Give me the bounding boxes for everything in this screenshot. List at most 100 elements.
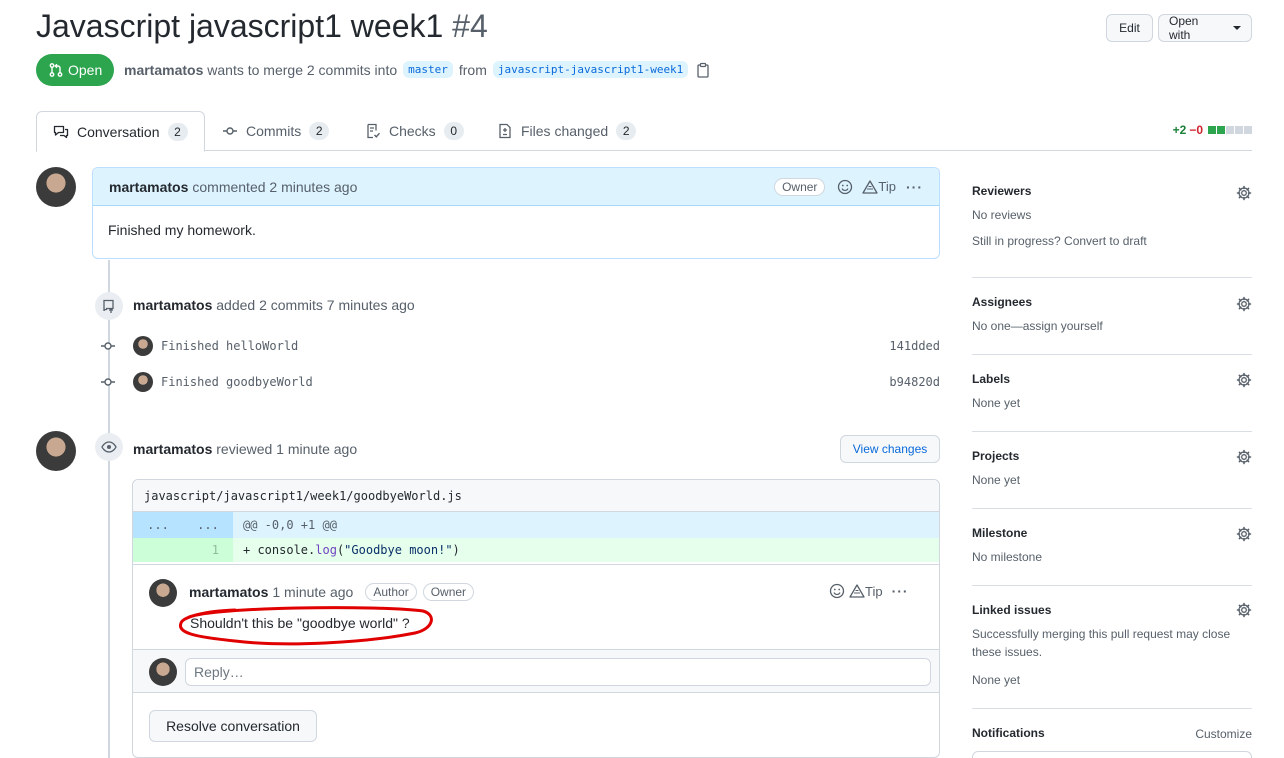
gear-icon[interactable]	[1236, 449, 1252, 465]
tab-commits[interactable]: Commits 2	[206, 111, 345, 151]
hunk-gutter[interactable]: ... ...	[133, 512, 233, 538]
sidebar-assignees: Assignees No one—assign yourself	[972, 295, 1252, 355]
event-author[interactable]: martamatos	[133, 297, 212, 313]
sidebar-title[interactable]: Milestone	[972, 526, 1252, 540]
gear-icon[interactable]	[1236, 185, 1252, 201]
sidebar-title[interactable]: Linked issues	[972, 603, 1252, 617]
comment-body: Finished my homework.	[108, 222, 256, 238]
event-action: reviewed 1 minute ago	[216, 441, 358, 457]
author-link[interactable]: martamatos	[124, 62, 203, 78]
tip-label: Tip	[865, 583, 883, 599]
tip-button[interactable]: Tip	[862, 179, 896, 194]
expand-up[interactable]: ...	[147, 518, 169, 532]
code-paren: )	[452, 543, 460, 557]
avatar[interactable]	[133, 336, 153, 356]
additions-count: +2	[1172, 123, 1187, 137]
file-path[interactable]: javascript/javascript1/week1/goodbyeWorl…	[133, 480, 939, 512]
checklist-icon	[367, 123, 381, 139]
gear-icon[interactable]	[1236, 602, 1252, 618]
comment-timestamp[interactable]: 1 minute ago	[272, 584, 353, 600]
kebab-horizontal-icon[interactable]: ···	[906, 179, 923, 195]
diffstat-block	[1226, 126, 1234, 134]
comment-author[interactable]: martamatos	[189, 584, 268, 600]
sidebar-reviewers: Reviewers No reviews Still in progress? …	[972, 184, 1252, 278]
author-badge: Author	[365, 583, 417, 601]
convert-to-draft-link[interactable]: Still in progress? Convert to draft	[972, 232, 1252, 250]
subscribe-button[interactable]	[972, 751, 1252, 758]
avatar[interactable]	[149, 579, 177, 607]
comment-header: martamatos commented 2 minutes ago Owner…	[93, 168, 939, 206]
expand-down[interactable]: ...	[197, 518, 219, 532]
avatar[interactable]	[36, 431, 76, 471]
diffstat: +2 −0	[1173, 123, 1252, 137]
base-branch[interactable]: master	[403, 61, 453, 78]
tab-counter: 2	[309, 122, 330, 140]
comment-author[interactable]: martamatos	[109, 179, 188, 195]
pr-meta: martamatos wants to merge 2 commits into…	[124, 61, 710, 78]
sidebar-value: No milestone	[972, 550, 1043, 564]
resolve-conversation-button[interactable]: Resolve conversation	[149, 710, 317, 742]
sidebar-description: Successfully merging this pull request m…	[972, 627, 1231, 659]
sidebar-value: No reviews	[972, 208, 1032, 222]
avatar[interactable]	[133, 372, 153, 392]
tip-button[interactable]: Tip	[849, 584, 883, 599]
sidebar-title[interactable]: Assignees	[972, 295, 1252, 309]
repo-push-icon	[103, 299, 114, 313]
owner-badge: Owner	[422, 583, 475, 601]
sidebar-title[interactable]: Projects	[972, 449, 1252, 463]
tab-files-changed[interactable]: Files changed 2	[481, 111, 652, 151]
line-number[interactable]: 1	[133, 538, 233, 562]
tab-counter: 2	[167, 122, 188, 141]
smiley-icon[interactable]	[837, 179, 853, 195]
gear-icon[interactable]	[1236, 372, 1252, 388]
commit-sha[interactable]: b94820d	[889, 375, 940, 389]
customize-link[interactable]: Customize	[1195, 725, 1252, 743]
event-author[interactable]: martamatos	[133, 441, 212, 457]
avatar	[149, 658, 177, 686]
smiley-icon[interactable]	[829, 583, 845, 599]
diffstat-block	[1208, 126, 1216, 134]
copy-icon[interactable]	[696, 62, 710, 78]
view-changes-button[interactable]: View changes	[840, 435, 940, 463]
event-action: added 2 commits 7 minutes ago	[216, 297, 415, 313]
open-with-label: Open with	[1169, 14, 1199, 42]
comment-discussion-icon	[53, 125, 69, 138]
code-prefix: + console.	[243, 543, 316, 557]
status-badge: Open	[36, 54, 115, 86]
tab-checks[interactable]: Checks 0	[349, 111, 480, 151]
commit-message[interactable]: Finished helloWorld	[161, 339, 298, 353]
red-annotation-circle	[179, 606, 433, 646]
code-string: "Goodbye moon!"	[344, 543, 453, 557]
sidebar-title[interactable]: Labels	[972, 372, 1252, 386]
page-title: Javascript javascript1 week1 #4	[36, 8, 488, 45]
deletions-count: −0	[1189, 123, 1203, 137]
kebab-horizontal-icon[interactable]: ···	[892, 583, 909, 599]
commit-row: Finished helloWorld 141dded	[100, 334, 940, 358]
review-comment-header: martamatos 1 minute ago Author Owner	[189, 583, 475, 601]
sidebar-value: None yet	[972, 396, 1021, 410]
comment: martamatos commented 2 minutes ago Owner…	[92, 167, 940, 259]
code-method: log	[315, 543, 337, 557]
edit-button[interactable]: Edit	[1106, 14, 1153, 42]
open-with-button[interactable]: Open with	[1158, 14, 1252, 42]
commit-sha[interactable]: 141dded	[889, 339, 940, 353]
diffstat-block	[1235, 126, 1243, 134]
commit-message[interactable]: Finished goodbyeWorld	[161, 375, 313, 389]
comment-timestamp[interactable]: commented 2 minutes ago	[192, 179, 357, 195]
reply-input[interactable]: Reply…	[185, 658, 931, 686]
assign-yourself-link[interactable]: No one—assign yourself	[972, 317, 1252, 335]
tab-counter: 2	[616, 122, 637, 140]
sidebar-title[interactable]: Reviewers	[972, 184, 1252, 198]
tab-conversation[interactable]: Conversation 2	[36, 111, 205, 152]
review-thread: javascript/javascript1/week1/goodbyeWorl…	[132, 479, 940, 758]
alert-icon	[849, 584, 865, 598]
gear-icon[interactable]	[1236, 296, 1252, 312]
review-comment: martamatos 1 minute ago Author Owner Tip…	[133, 564, 939, 649]
avatar[interactable]	[36, 167, 76, 207]
view-changes-label: View changes	[852, 442, 928, 456]
review-event: martamatos reviewed 1 minute ago	[133, 441, 357, 457]
owner-badge: Owner	[774, 177, 826, 196]
repo-push-badge	[95, 292, 123, 320]
head-branch[interactable]: javascript-javascript1-week1	[492, 61, 689, 78]
gear-icon[interactable]	[1236, 526, 1252, 542]
